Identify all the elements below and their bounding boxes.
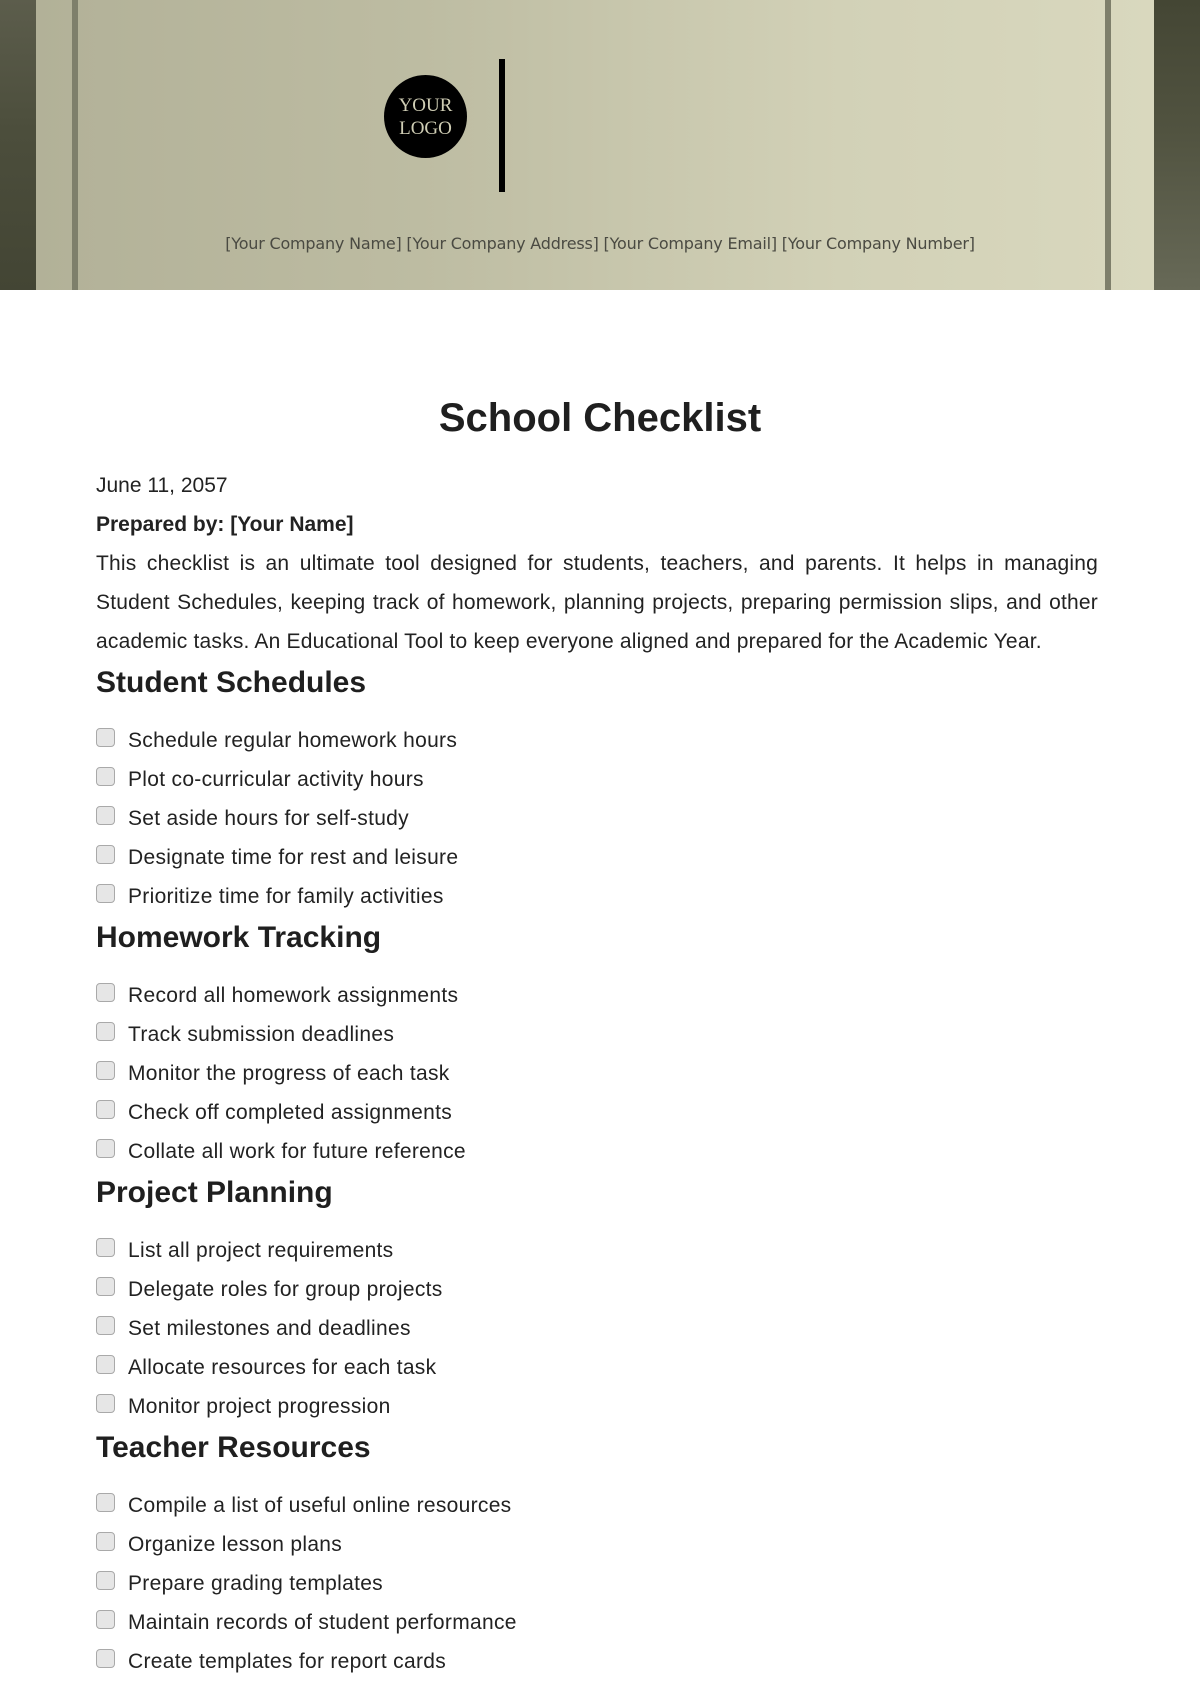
checklist-item-label: Prepare grading templates bbox=[128, 1571, 383, 1595]
checklist-item-label: Maintain records of student performance bbox=[128, 1610, 517, 1634]
checklist-item[interactable]: Plot co-curricular activity hours bbox=[96, 760, 1098, 799]
checklist-item[interactable]: Delegate roles for group projects bbox=[96, 1270, 1098, 1309]
checklist: Compile a list of useful online resource… bbox=[96, 1486, 1098, 1681]
checklist-sections: Student Schedules Schedule regular homewo… bbox=[96, 663, 1098, 1681]
checkbox[interactable] bbox=[96, 1277, 115, 1296]
checkbox[interactable] bbox=[96, 1649, 115, 1668]
checklist: Schedule regular homework hours Plot co-c… bbox=[96, 721, 1098, 916]
checklist-item-label: Schedule regular homework hours bbox=[128, 728, 458, 752]
checklist-item[interactable]: Maintain records of student performance bbox=[96, 1603, 1098, 1642]
logo-text-line1: YOUR bbox=[398, 94, 453, 116]
checklist-item-label: Record all homework assignments bbox=[128, 983, 459, 1007]
checklist-section: Student Schedules Schedule regular homewo… bbox=[96, 663, 1098, 916]
checklist-item-label: Monitor project progression bbox=[128, 1394, 391, 1418]
checkbox[interactable] bbox=[96, 1355, 115, 1374]
section-heading: Homework Tracking bbox=[96, 921, 382, 954]
checklist-item-label: Allocate resources for each task bbox=[128, 1355, 437, 1379]
checklist-item-label: Designate time for rest and leisure bbox=[128, 845, 459, 869]
checklist: Record all homework assignments Track sub… bbox=[96, 976, 1098, 1171]
checklist-item-label: Monitor the progress of each task bbox=[128, 1061, 450, 1085]
checklist-item-label: Delegate roles for group projects bbox=[128, 1277, 443, 1301]
intro-paragraph: This checklist is an ultimate tool desig… bbox=[96, 552, 1098, 653]
checkbox[interactable] bbox=[96, 1532, 115, 1551]
checklist-item[interactable]: Prepare grading templates bbox=[96, 1564, 1098, 1603]
checklist-item[interactable]: Designate time for rest and leisure bbox=[96, 838, 1098, 877]
checkbox[interactable] bbox=[96, 845, 115, 864]
section-heading: Project Planning bbox=[96, 1176, 333, 1209]
checklist-item-label: Set milestones and deadlines bbox=[128, 1316, 411, 1340]
checklist-item-label: Collate all work for future reference bbox=[128, 1139, 466, 1163]
checklist-item-label: Organize lesson plans bbox=[128, 1532, 343, 1556]
page-title: School Checklist bbox=[438, 396, 762, 440]
checklist-item[interactable]: Prioritize time for family activities bbox=[96, 877, 1098, 916]
checkbox[interactable] bbox=[96, 983, 115, 1002]
checklist-item-label: Create templates for report cards bbox=[128, 1649, 447, 1673]
section-heading: Teacher Resources bbox=[96, 1431, 371, 1464]
checkbox[interactable] bbox=[96, 884, 115, 903]
checklist-item-label: Plot co-curricular activity hours bbox=[128, 767, 424, 791]
checklist-item-label: Prioritize time for family activities bbox=[128, 884, 444, 908]
checklist-item[interactable]: Check off completed assignments bbox=[96, 1093, 1098, 1132]
checklist-item[interactable]: Schedule regular homework hours bbox=[96, 721, 1098, 760]
checklist-section: Project Planning List all project require… bbox=[96, 1173, 1098, 1426]
checklist-section: Homework Tracking Record all homework ass… bbox=[96, 918, 1098, 1171]
checkbox[interactable] bbox=[96, 767, 115, 786]
logo-divider bbox=[499, 59, 505, 192]
checklist-item-label: List all project requirements bbox=[128, 1238, 394, 1262]
checkbox[interactable] bbox=[96, 1061, 115, 1080]
checkbox[interactable] bbox=[96, 1022, 115, 1041]
checklist-item[interactable]: List all project requirements bbox=[96, 1231, 1098, 1270]
checklist-item[interactable]: Track submission deadlines bbox=[96, 1015, 1098, 1054]
document-content: School Checklist June 11, 2057 Prepared … bbox=[96, 390, 1098, 1681]
checkbox[interactable] bbox=[96, 728, 115, 747]
company-logo: YOUR LOGO bbox=[384, 75, 467, 158]
checklist-section: Teacher Resources Compile a list of usefu… bbox=[96, 1428, 1098, 1681]
checklist-item[interactable]: Record all homework assignments bbox=[96, 976, 1098, 1015]
checkbox[interactable] bbox=[96, 1610, 115, 1629]
checkbox[interactable] bbox=[96, 1238, 115, 1257]
checklist-item[interactable]: Monitor project progression bbox=[96, 1387, 1098, 1426]
checkbox[interactable] bbox=[96, 806, 115, 825]
checklist-item[interactable]: Create templates for report cards bbox=[96, 1642, 1098, 1681]
checklist-item[interactable]: Monitor the progress of each task bbox=[96, 1054, 1098, 1093]
checklist-item[interactable]: Set milestones and deadlines bbox=[96, 1309, 1098, 1348]
header-banner: YOUR LOGO [Your Company Name] [Your Comp… bbox=[0, 0, 1200, 290]
checklist-item-label: Compile a list of useful online resource… bbox=[128, 1493, 512, 1517]
checkbox[interactable] bbox=[96, 1316, 115, 1335]
checklist-item[interactable]: Collate all work for future reference bbox=[96, 1132, 1098, 1171]
checkbox[interactable] bbox=[96, 1139, 115, 1158]
checklist-item[interactable]: Compile a list of useful online resource… bbox=[96, 1486, 1098, 1525]
document-date: June 11, 2057 bbox=[96, 474, 228, 497]
prepared-by: Prepared by: [Your Name] bbox=[96, 513, 354, 536]
checkbox[interactable] bbox=[96, 1493, 115, 1512]
checklist-item-label: Set aside hours for self-study bbox=[128, 806, 409, 830]
checkbox[interactable] bbox=[96, 1571, 115, 1590]
section-heading: Student Schedules bbox=[96, 666, 367, 699]
checklist-item[interactable]: Allocate resources for each task bbox=[96, 1348, 1098, 1387]
logo-text-line2: LOGO bbox=[399, 117, 452, 139]
checklist-item-label: Check off completed assignments bbox=[128, 1100, 453, 1124]
checkbox[interactable] bbox=[96, 1100, 115, 1119]
checklist-item[interactable]: Set aside hours for self-study bbox=[96, 799, 1098, 838]
checkbox[interactable] bbox=[96, 1394, 115, 1413]
checklist-item[interactable]: Organize lesson plans bbox=[96, 1525, 1098, 1564]
checklist: List all project requirements Delegate ro… bbox=[96, 1231, 1098, 1426]
company-info: [Your Company Name] [Your Company Addres… bbox=[225, 234, 975, 253]
checklist-item-label: Track submission deadlines bbox=[128, 1022, 395, 1046]
